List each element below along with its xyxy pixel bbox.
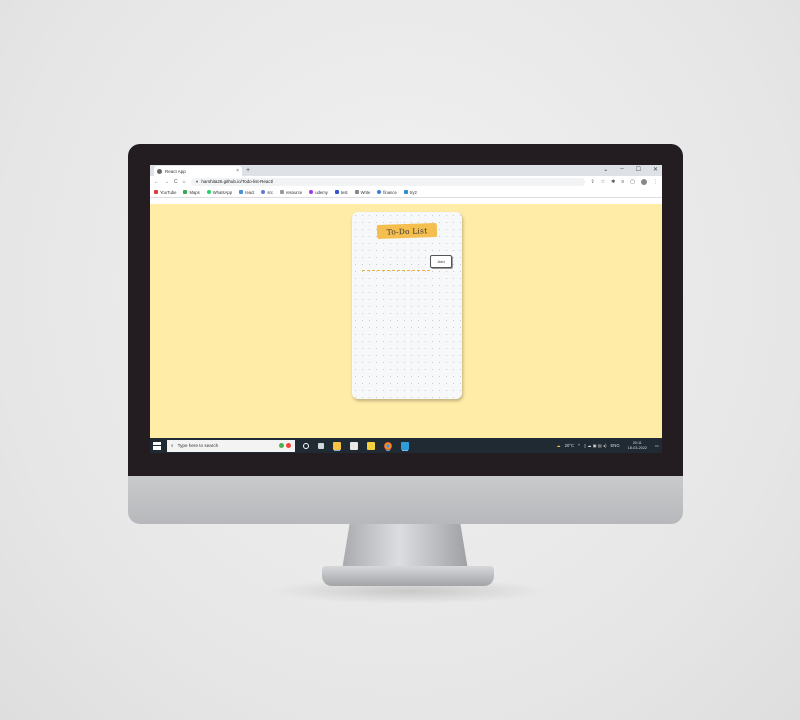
toolbar-actions: ⇪ ☆ ✱ ≡ ▢ ⋮ bbox=[590, 178, 658, 185]
bookmark-maps[interactable]: Maps bbox=[183, 189, 200, 195]
maps-icon bbox=[183, 190, 188, 194]
screen: React App × + ⌄ – ☐ ✕ ← → C ⌂ ● harshita… bbox=[150, 165, 662, 453]
forward-icon[interactable]: → bbox=[164, 179, 169, 185]
file-explorer-icon[interactable] bbox=[333, 441, 341, 450]
notification-icon[interactable]: ▭ bbox=[655, 443, 659, 448]
clock[interactable]: 20:11 18-03-2022 bbox=[628, 441, 647, 451]
new-tab-button[interactable]: + bbox=[246, 166, 250, 176]
taskbar-search[interactable]: ⌕ Type here to search bbox=[167, 439, 295, 452]
bookmark-react[interactable]: react bbox=[239, 190, 254, 195]
resource-icon bbox=[279, 190, 284, 194]
browser-address-bar: ← → C ⌂ ● harshita26.github.io/Todo-list… bbox=[150, 176, 662, 187]
tab-favicon-icon bbox=[157, 168, 162, 174]
tab-close-icon[interactable]: × bbox=[236, 168, 239, 174]
monitor-chin bbox=[128, 476, 683, 524]
maximize-button[interactable]: ☐ bbox=[636, 166, 641, 173]
system-tray: ☁ 20°C ^ ▯ ☁ ▣ ▤ ◂) ENG 20:11 18-03-2022… bbox=[556, 441, 659, 451]
sticky-notes-icon[interactable] bbox=[367, 441, 375, 450]
todo-title: To-Do List bbox=[376, 222, 438, 240]
monitor-stand-neck bbox=[342, 524, 468, 570]
test-icon bbox=[334, 190, 339, 194]
browser-tab[interactable]: React App × bbox=[154, 166, 242, 176]
share-icon[interactable]: ⇪ bbox=[590, 179, 594, 185]
todo-card: To-Do List Add bbox=[352, 212, 462, 399]
windows-taskbar: ⌕ Type here to search ☁ 20°C ^ ▯ ☁ ▣ ▤ ◂… bbox=[150, 438, 662, 453]
tray-chevron-icon[interactable]: ^ bbox=[578, 443, 580, 448]
back-icon[interactable]: ← bbox=[154, 179, 159, 185]
src-icon bbox=[261, 190, 266, 194]
udemy-icon bbox=[309, 190, 314, 194]
task-view-icon[interactable] bbox=[318, 442, 324, 449]
bookmark-label: resource bbox=[285, 189, 303, 195]
clock-date: 18-03-2022 bbox=[627, 445, 648, 450]
add-button[interactable]: Add bbox=[430, 255, 452, 268]
bookmark-src[interactable]: src bbox=[261, 190, 273, 195]
vscode-icon[interactable] bbox=[401, 441, 409, 450]
bookmark-label: WhatsApp bbox=[212, 189, 233, 195]
bookmark-resource[interactable]: resource bbox=[279, 189, 303, 195]
url-text: harshita26.github.io/Todo-list-React/ bbox=[201, 179, 274, 184]
monitor: React App × + ⌄ – ☐ ✕ ← → C ⌂ ● harshita… bbox=[128, 144, 683, 524]
bookmark-label: src bbox=[267, 189, 273, 195]
write-icon bbox=[354, 190, 359, 194]
bookmark-try2[interactable]: try2 bbox=[403, 189, 417, 195]
tab-search-icon[interactable]: ⌄ bbox=[603, 166, 608, 173]
home-icon[interactable]: ⌂ bbox=[183, 179, 186, 185]
finance-icon bbox=[377, 190, 382, 194]
windows-start-icon[interactable] bbox=[153, 441, 161, 450]
bookmark-youtube[interactable]: YouTube bbox=[154, 190, 176, 195]
lock-icon: ● bbox=[195, 179, 199, 184]
bookmark-label: test bbox=[340, 189, 348, 195]
bookmark-test[interactable]: test bbox=[334, 189, 348, 195]
bookmark-label: YouTube bbox=[160, 189, 177, 195]
search-icon: ⌕ bbox=[171, 443, 174, 448]
bookmark-star-icon[interactable]: ☆ bbox=[601, 179, 605, 185]
url-field[interactable]: ● harshita26.github.io/Todo-list-React/ bbox=[190, 177, 586, 186]
tray-icons[interactable]: ▯ ☁ ▣ ▤ ◂) bbox=[584, 443, 607, 448]
taskbar-apps bbox=[303, 441, 409, 450]
todo-input[interactable] bbox=[362, 268, 430, 271]
bookmark-udemy[interactable]: udemy bbox=[309, 190, 328, 195]
monitor-stand-base bbox=[322, 566, 494, 586]
extensions-icon[interactable]: ✱ bbox=[611, 179, 615, 185]
page-content: To-Do List Add bbox=[150, 204, 662, 438]
menu-icon[interactable]: ⋮ bbox=[653, 179, 658, 185]
bookmark-label: udemy bbox=[315, 189, 328, 195]
bookmark-label: react bbox=[245, 189, 255, 195]
weather-temp[interactable]: 20°C bbox=[565, 443, 574, 448]
minimize-button[interactable]: – bbox=[620, 166, 623, 173]
profile-avatar[interactable] bbox=[641, 178, 647, 185]
bookmark-label: try2 bbox=[409, 189, 417, 195]
react-icon bbox=[239, 190, 244, 194]
close-window-button[interactable]: ✕ bbox=[653, 166, 658, 173]
whatsapp-icon bbox=[206, 190, 211, 194]
side-panel-icon[interactable]: ▢ bbox=[630, 179, 635, 185]
chrome-icon[interactable] bbox=[384, 441, 392, 450]
search-placeholder: Type here to search bbox=[177, 443, 219, 448]
reload-icon[interactable]: C bbox=[174, 179, 178, 185]
try2-icon bbox=[403, 190, 408, 194]
window-controls: ⌄ – ☐ ✕ bbox=[603, 166, 658, 173]
bookmark-label: Write bbox=[360, 189, 371, 195]
bookmark-label: Maps bbox=[189, 189, 200, 195]
language-indicator[interactable]: ENG bbox=[611, 443, 620, 448]
reading-list-icon[interactable]: ≡ bbox=[621, 179, 624, 185]
search-highlight-icon bbox=[279, 443, 291, 448]
tab-title: React App bbox=[165, 168, 186, 174]
bookmark-whatsapp[interactable]: WhatsApp bbox=[206, 189, 233, 195]
bookmark-write[interactable]: Write bbox=[354, 189, 371, 195]
store-icon[interactable] bbox=[350, 441, 358, 450]
cortana-icon[interactable] bbox=[303, 442, 309, 449]
browser-tab-bar: React App × + ⌄ – ☐ ✕ bbox=[150, 165, 662, 176]
bookmarks-bar: YouTube Maps WhatsApp react src resource… bbox=[150, 187, 662, 198]
bookmark-label: finance bbox=[383, 189, 397, 195]
youtube-icon bbox=[154, 190, 158, 194]
bookmark-finance[interactable]: finance bbox=[377, 190, 397, 195]
weather-icon[interactable]: ☁ bbox=[556, 443, 560, 448]
